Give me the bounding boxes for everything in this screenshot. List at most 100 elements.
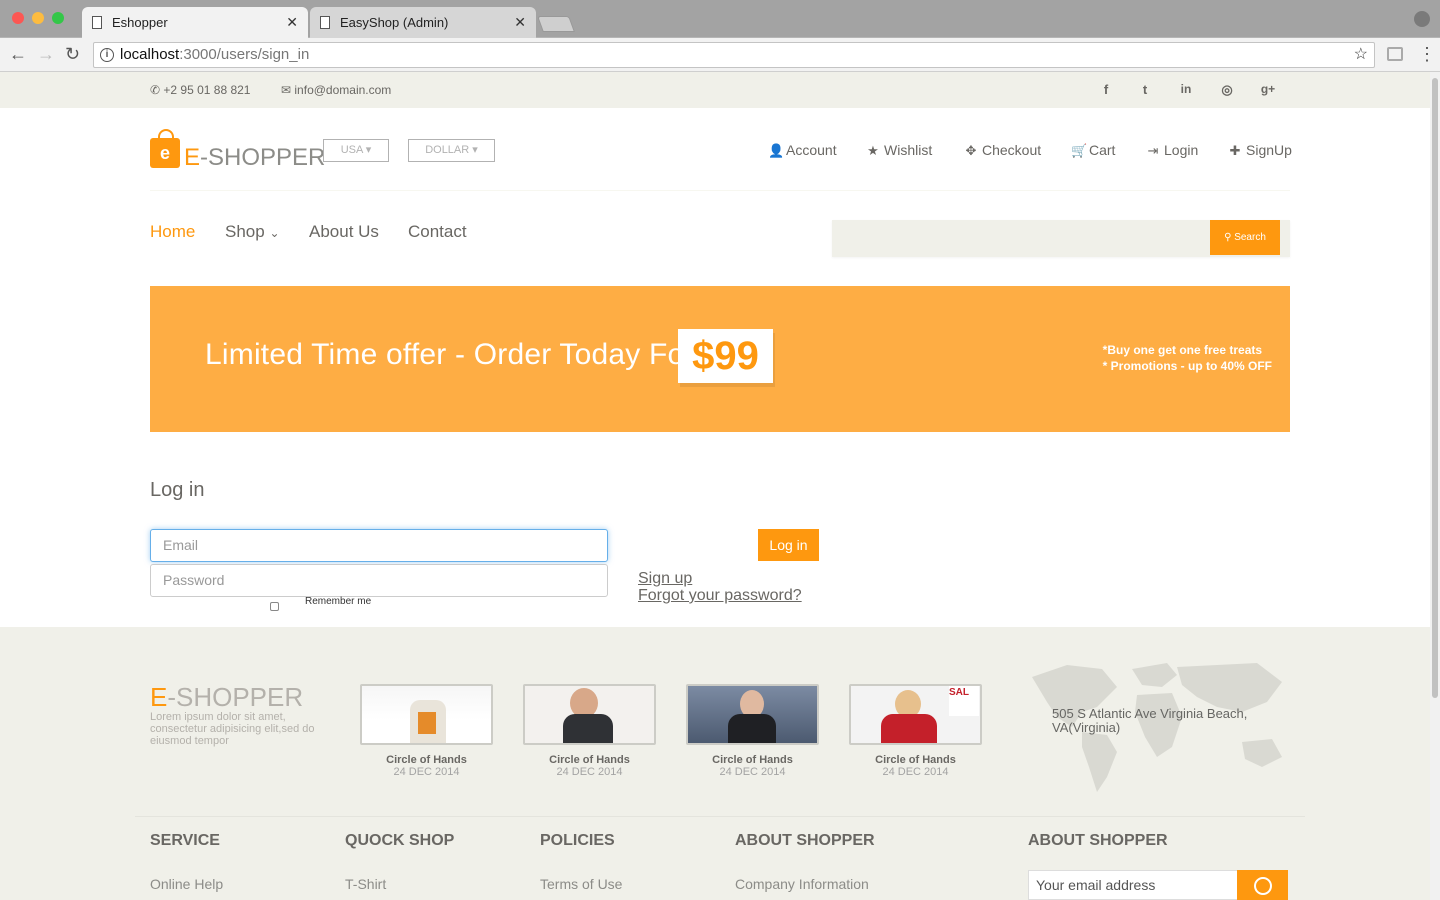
- subscribe-placeholder: Your email address: [1036, 877, 1156, 893]
- footer-heading-quock-shop: QUOCK SHOP: [345, 832, 455, 849]
- password-field[interactable]: Password: [150, 564, 608, 597]
- browser-tab-eshopper[interactable]: Eshopper ✕: [82, 7, 308, 38]
- cast-icon[interactable]: [1387, 47, 1403, 61]
- video-title: Circle of Hands: [712, 754, 793, 766]
- browser-tab-easyshop-admin[interactable]: EasyShop (Admin) ✕: [310, 7, 536, 38]
- web-page: ✆ +2 95 01 88 821 ✉ info@domain.com f t …: [0, 72, 1430, 900]
- forward-arrow-icon[interactable]: →: [37, 44, 55, 64]
- scrollbar-thumb[interactable]: [1432, 78, 1438, 698]
- minimize-window-button[interactable]: [32, 12, 44, 24]
- footer-link-online-help[interactable]: Online Help: [150, 876, 223, 892]
- new-tab-button[interactable]: [537, 16, 575, 32]
- login-link[interactable]: ⇥ Login: [1146, 142, 1199, 159]
- password-placeholder: Password: [163, 572, 225, 588]
- promo-line-1: *Buy one get one free treats: [1102, 343, 1263, 357]
- country-label: USA: [340, 144, 363, 156]
- cart-link[interactable]: 🛒 Cart: [1071, 142, 1115, 159]
- url-host: localhost: [120, 46, 180, 63]
- currency-dropdown[interactable]: DOLLAR ▾: [408, 139, 495, 162]
- video-date: 24 DEC 2014: [719, 766, 786, 778]
- tab-title: EasyShop (Admin): [340, 15, 449, 30]
- nav-contact[interactable]: Contact: [408, 222, 467, 242]
- facebook-icon[interactable]: f: [1098, 82, 1114, 97]
- search-button[interactable]: ⚲ Search: [1210, 220, 1280, 255]
- plus-icon: ✚: [1229, 143, 1241, 158]
- businesswoman-body: [728, 714, 776, 743]
- subscribe-button[interactable]: [1237, 870, 1288, 900]
- remember-me-label: Remember me: [305, 596, 372, 607]
- video-thumbnail[interactable]: [360, 684, 493, 745]
- maximize-window-button[interactable]: [52, 12, 64, 24]
- account-link[interactable]: 👤 Account: [768, 142, 837, 159]
- currency-label: DOLLAR: [425, 144, 470, 156]
- wishlist-link[interactable]: ★ Wishlist: [866, 142, 932, 159]
- info-icon[interactable]: i: [100, 48, 114, 62]
- linkedin-icon[interactable]: in: [1178, 82, 1194, 96]
- footer-divider: [135, 816, 1305, 817]
- star-icon: ★: [867, 143, 879, 158]
- logo-text-shopper: -SHOPPER: [200, 144, 326, 171]
- dribbble-icon[interactable]: ◎: [1219, 82, 1235, 98]
- phone-contact: ✆ +2 95 01 88 821: [150, 83, 250, 97]
- video-title: Circle of Hands: [549, 754, 630, 766]
- video-title: Circle of Hands: [386, 754, 467, 766]
- close-tab-icon[interactable]: ✕: [514, 7, 526, 38]
- login-button[interactable]: Log in: [758, 529, 819, 561]
- remember-me-checkbox[interactable]: [270, 602, 279, 611]
- email-field[interactable]: Email: [150, 529, 608, 562]
- sign-up-link[interactable]: Sign up: [638, 570, 692, 588]
- cart-icon: 🛒: [1071, 143, 1088, 158]
- checkout-label: Checkout: [982, 142, 1042, 158]
- document-icon: [320, 16, 330, 29]
- footer-link-terms[interactable]: Terms of Use: [540, 876, 622, 892]
- promo-line-2: * Promotions - up to 40% OFF: [1102, 359, 1272, 373]
- browser-menu-icon[interactable]: ⋮: [1418, 44, 1436, 64]
- checkout-link[interactable]: ✥ Checkout: [964, 142, 1042, 159]
- forgot-password-link[interactable]: Forgot your password?: [638, 587, 802, 605]
- google-plus-icon[interactable]: g+: [1260, 82, 1276, 96]
- nav-shop[interactable]: Shop ⌄: [225, 222, 280, 242]
- signup-link[interactable]: ✚ SignUp: [1228, 142, 1292, 159]
- promo-banner[interactable]: Limited Time offer - Order Today For $99…: [150, 286, 1290, 432]
- video-thumbnail[interactable]: SAL: [849, 684, 982, 745]
- video-date: 24 DEC 2014: [393, 766, 460, 778]
- page-scrollbar[interactable]: [1430, 72, 1440, 900]
- nav-about-us[interactable]: About Us: [309, 222, 379, 242]
- bookmark-star-icon[interactable]: ☆: [1354, 43, 1368, 67]
- login-icon: ⇥: [1147, 143, 1159, 158]
- sale-sign: SAL: [949, 686, 979, 716]
- header-divider: [150, 190, 1290, 191]
- twitter-icon[interactable]: t: [1137, 82, 1153, 97]
- close-window-button[interactable]: [12, 12, 24, 24]
- phone-icon: ✆: [150, 83, 164, 97]
- video-caption: Circle of Hands 24 DEC 2014: [686, 754, 819, 778]
- wishlist-label: Wishlist: [884, 142, 933, 158]
- address-bar[interactable]: i localhost:3000/users/sign_in ☆: [93, 42, 1375, 68]
- banner-headline: Limited Time offer - Order Today For: [205, 338, 695, 371]
- chevron-down-icon: ⌄: [269, 226, 280, 240]
- close-tab-icon[interactable]: ✕: [286, 7, 298, 38]
- search-icon: ⚲: [1224, 232, 1235, 243]
- nav-home[interactable]: Home: [150, 222, 195, 242]
- footer-link-company-info[interactable]: Company Information: [735, 876, 869, 892]
- profile-icon[interactable]: [1414, 11, 1430, 27]
- nav-shop-label: Shop: [225, 222, 265, 241]
- footer-description: Lorem ipsum dolor sit amet, consectetur …: [150, 711, 315, 747]
- user-icon: 👤: [768, 143, 785, 158]
- email-placeholder: Email: [163, 537, 199, 553]
- subscribe-email-input[interactable]: Your email address: [1028, 870, 1238, 900]
- video-thumbnail[interactable]: [686, 684, 819, 745]
- logo-text: E-SHOPPER: [184, 144, 325, 172]
- back-arrow-icon[interactable]: ←: [9, 44, 27, 64]
- reload-icon[interactable]: ↻: [65, 44, 80, 64]
- video-thumbnail[interactable]: [523, 684, 656, 745]
- footer-link-tshirt[interactable]: T-Shirt: [345, 876, 386, 892]
- email-contact: ✉ info@domain.com: [281, 83, 391, 97]
- shopper-body: [881, 714, 937, 743]
- tshirt-print: [418, 712, 436, 734]
- country-dropdown[interactable]: USA ▾: [323, 139, 389, 162]
- video-title: Circle of Hands: [875, 754, 956, 766]
- tab-title: Eshopper: [112, 15, 168, 30]
- banner-price-tag: $99: [678, 329, 773, 383]
- logo-text-e: E: [184, 144, 201, 171]
